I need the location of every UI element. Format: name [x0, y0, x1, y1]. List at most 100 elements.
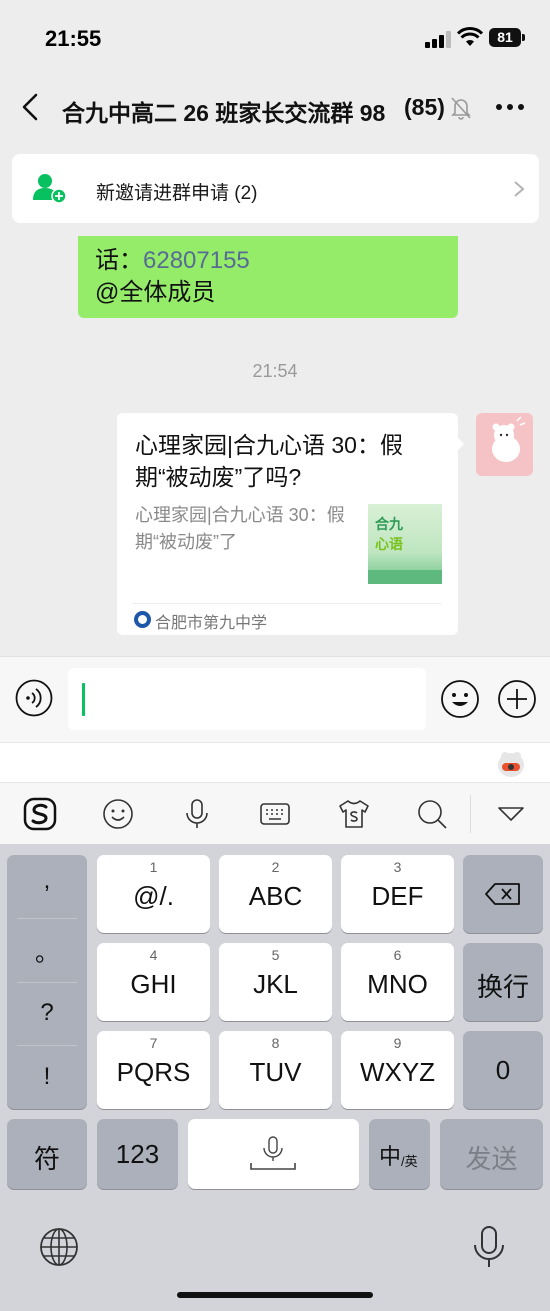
emoji-icon[interactable]	[100, 796, 136, 832]
bubble-phone-line: 话：62807155	[95, 240, 250, 275]
ime-mascot-icon[interactable]	[494, 748, 528, 780]
article-description: 心理家园|合九心语 30：假期“被动废”了	[135, 505, 345, 552]
key-number: 9	[393, 1035, 402, 1051]
emoji-icon[interactable]	[440, 679, 480, 719]
key-label: MNO	[367, 969, 428, 999]
school-logo-icon	[134, 611, 151, 628]
thumbnail-text-2: 心语	[375, 536, 403, 552]
sogou-logo-icon[interactable]	[22, 796, 58, 832]
message-text-input[interactable]	[68, 668, 426, 730]
article-thumbnail: 合九 心语	[368, 504, 442, 584]
space-key[interactable]	[188, 1119, 359, 1189]
key-number: 8	[271, 1035, 280, 1051]
mute-bell-icon	[451, 97, 471, 120]
punctuation-separator	[17, 1045, 77, 1046]
more-options-icon[interactable]	[495, 103, 525, 111]
status-time: 21:55	[45, 26, 102, 51]
key-6[interactable]: 6 MNO	[341, 943, 454, 1021]
key-number: 2	[271, 859, 280, 875]
key-label: JKL	[253, 969, 298, 999]
language-sub-label: /英	[401, 1154, 418, 1169]
card-bubble-tail	[456, 436, 464, 452]
punctuation-exclamation-key[interactable]: !	[7, 1063, 87, 1126]
status-bar: 21:55 81	[0, 0, 550, 70]
key-label: ABC	[248, 881, 303, 911]
chevron-right-icon	[514, 181, 525, 197]
thumbnail-text-1: 合九	[375, 516, 403, 532]
language-main-label: 中	[379, 1144, 402, 1169]
chat-message-list[interactable]: 话：62807155 @全体成员 21:54 心理家园|合九心语 30：假期“被…	[0, 236, 550, 656]
numeric-key-label: 123	[115, 1139, 160, 1169]
key-label: TUV	[249, 1057, 302, 1087]
message-input-bar	[0, 656, 550, 742]
backspace-key[interactable]	[463, 855, 543, 933]
send-key-label: 发送	[465, 1144, 518, 1174]
ime-toolbar	[0, 782, 550, 844]
battery-indicator: 81	[489, 28, 521, 47]
key-3[interactable]: 3 DEF	[341, 855, 454, 933]
voice-input-icon[interactable]	[179, 796, 215, 832]
add-member-icon	[33, 174, 66, 204]
keyboard-layout-icon[interactable]	[257, 796, 293, 832]
key-8[interactable]: 8 TUV	[219, 1031, 332, 1109]
key-9[interactable]: 9 WXYZ	[341, 1031, 454, 1109]
key-5[interactable]: 5 JKL	[219, 943, 332, 1021]
thumbnail-footer-band	[368, 570, 442, 584]
invite-requests-label: 新邀请进群申请 (2)	[96, 183, 258, 204]
bubble-text-prefix: 话：	[95, 247, 143, 274]
skin-icon[interactable]	[336, 796, 372, 832]
back-arrow-icon[interactable]	[18, 92, 44, 122]
toolbar-divider	[470, 795, 471, 833]
punctuation-separator	[17, 918, 77, 919]
key-number: 6	[393, 947, 402, 963]
member-count: (85)	[402, 94, 445, 121]
key-4[interactable]: 4 GHI	[97, 943, 210, 1021]
mention-all-text: @全体成员	[95, 279, 216, 306]
key-number: 5	[271, 947, 280, 963]
phone-number-link[interactable]: 62807155	[143, 247, 250, 274]
key-label: GHI	[130, 969, 177, 999]
key-number: 3	[393, 859, 402, 875]
article-title: 心理家园|合九心语 30：假期“被动废”了吗?	[135, 432, 403, 490]
ime-candidate-strip	[0, 742, 550, 782]
zero-key-label: 0	[495, 1055, 511, 1085]
key-label: PQRS	[116, 1057, 191, 1087]
backspace-icon	[485, 883, 520, 905]
newline-key[interactable]: 换行	[463, 943, 543, 1021]
symbol-key-label: 符	[33, 1144, 60, 1174]
more-functions-plus-icon[interactable]	[497, 679, 537, 719]
symbol-key[interactable]: 符	[7, 1119, 87, 1189]
chat-title: 合九中高二 26 班家长交流群 98	[62, 94, 447, 128]
group-invite-requests-banner[interactable]: 新邀请进群申请 (2)	[12, 154, 539, 223]
send-key[interactable]: 发送	[440, 1119, 543, 1189]
punctuation-period-key[interactable]: 。	[7, 933, 87, 996]
zero-key[interactable]: 0	[463, 1031, 543, 1109]
chat-title-text: 合九中高二 26 班家长交流群 98	[62, 100, 386, 126]
dictation-mic-icon[interactable]	[472, 1225, 506, 1269]
home-indicator	[177, 1292, 373, 1298]
collapse-keyboard-icon[interactable]	[493, 796, 529, 832]
shared-article-card[interactable]: 心理家园|合九心语 30：假期“被动废”了吗? 心理家园|合九心语 30：假期“…	[117, 413, 458, 635]
voice-message-icon[interactable]	[15, 679, 53, 717]
cellular-signal-icon	[425, 30, 451, 48]
numeric-keyboard-key[interactable]: 123	[97, 1119, 178, 1189]
chat-header: 合九中高二 26 班家长交流群 98 (85)	[0, 70, 550, 145]
key-label: @/.	[133, 881, 174, 911]
search-icon[interactable]	[414, 796, 450, 832]
key-label: WXYZ	[359, 1057, 436, 1087]
language-switch-key[interactable]: 中 /英	[369, 1119, 430, 1189]
key-number: 1	[149, 859, 158, 875]
globe-icon[interactable]	[38, 1226, 80, 1268]
user-avatar[interactable]	[476, 413, 533, 476]
article-source: 合肥市第九中学	[155, 615, 268, 632]
space-mic-icon	[250, 1136, 296, 1170]
punctuation-comma-key[interactable]: ,	[7, 867, 87, 930]
punctuation-separator	[17, 982, 77, 983]
text-cursor	[82, 683, 85, 716]
key-7[interactable]: 7 PQRS	[97, 1031, 210, 1109]
newline-key-label: 换行	[476, 972, 529, 1002]
key-1[interactable]: 1 @/.	[97, 855, 210, 933]
ime-keyboard: , 。 ? ! 1 @/. 2 ABC 3 DEF 4 GHI 5 JKL 6 …	[0, 844, 550, 1311]
punctuation-question-key[interactable]: ?	[7, 999, 87, 1062]
key-2[interactable]: 2 ABC	[219, 855, 332, 933]
